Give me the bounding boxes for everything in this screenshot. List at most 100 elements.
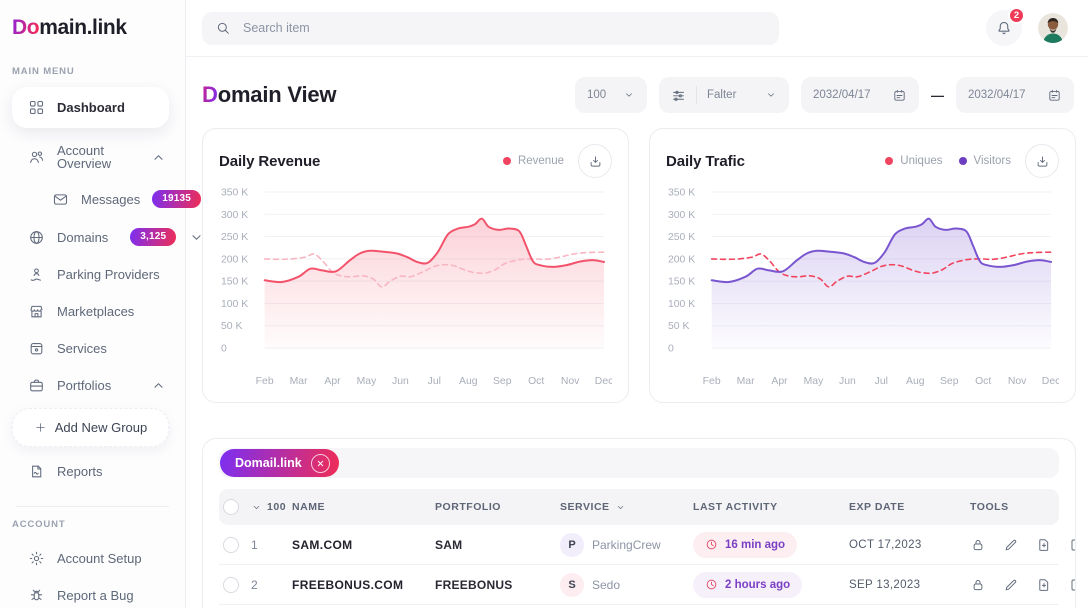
- sidebar-item-reports[interactable]: Reports: [0, 453, 185, 490]
- lock-button[interactable]: [970, 577, 986, 593]
- edit-button[interactable]: [1003, 537, 1019, 553]
- sidebar-item-messages[interactable]: Messages 19135: [0, 180, 185, 218]
- edit-button[interactable]: [1003, 577, 1019, 593]
- search-input[interactable]: [241, 20, 766, 36]
- legend-item-uniques: Uniques: [885, 155, 942, 167]
- sidebar-item-label: Portfolios: [57, 379, 111, 392]
- download-chart-button[interactable]: [578, 144, 612, 178]
- clock-icon: [705, 578, 718, 591]
- lock-icon: [970, 577, 986, 593]
- page-size-select[interactable]: 100: [575, 77, 647, 113]
- sidebar-item-label: Report a Bug: [57, 589, 134, 602]
- column-tools: TOOLS: [970, 501, 1059, 513]
- sidebar-item-services[interactable]: Services: [0, 330, 185, 367]
- charts-row: Daily Revenue Revenue 350 K300 K250 K200…: [202, 128, 1076, 403]
- svg-text:Feb: Feb: [256, 376, 274, 387]
- briefcase-icon: [28, 377, 45, 394]
- filter-select[interactable]: Falter: [659, 77, 789, 113]
- daily-revenue-card: Daily Revenue Revenue 350 K300 K250 K200…: [202, 128, 629, 403]
- last-activity-text: 16 min ago: [725, 539, 785, 551]
- filter-chip-domail-link[interactable]: Domail.link: [220, 449, 339, 477]
- sidebar-item-marketplaces[interactable]: Marketplaces: [0, 293, 185, 330]
- notifications-button[interactable]: 2: [986, 10, 1022, 46]
- column-service[interactable]: SERVICE: [560, 501, 693, 513]
- export-file-button[interactable]: [1036, 537, 1052, 553]
- user-avatar[interactable]: [1038, 13, 1068, 43]
- legend-label: Uniques: [900, 155, 942, 167]
- svg-text:350 K: 350 K: [668, 187, 695, 198]
- chevron-down-icon: [251, 502, 262, 513]
- domains-count-badge: 3,125: [130, 228, 176, 246]
- domain-name: SAM.COM: [292, 538, 435, 552]
- date-range-separator: —: [931, 88, 944, 103]
- row-checkbox[interactable]: [223, 537, 239, 553]
- pencil-icon: [1003, 537, 1019, 553]
- last-activity-badge: 16 min ago: [693, 532, 797, 558]
- download-chart-button[interactable]: [1025, 144, 1059, 178]
- main-area: 2 Domain View: [186, 0, 1088, 608]
- sidebar-item-account-setup[interactable]: Account Setup: [0, 540, 185, 577]
- dashboard-grid-icon: [28, 99, 45, 116]
- column-portfolio: PORTFOLIO: [435, 501, 560, 513]
- svg-text:Apr: Apr: [771, 376, 788, 387]
- sidebar-item-domains[interactable]: Domains 3,125: [0, 218, 185, 256]
- svg-text:Jun: Jun: [392, 376, 409, 387]
- chevron-up-icon: [150, 377, 167, 394]
- filter-label: Falter: [707, 89, 755, 101]
- active-filters-bar: Domail.link: [219, 448, 1059, 478]
- svg-text:100 K: 100 K: [221, 299, 248, 310]
- svg-text:Jun: Jun: [839, 376, 856, 387]
- chart-legend: Uniques Visitors: [885, 155, 1011, 167]
- svg-text:Jul: Jul: [428, 376, 441, 387]
- page-controls: 100 Falter 2032/04/17 —: [575, 77, 1074, 113]
- column-last-activity: LAST ACTIVITY: [693, 501, 849, 513]
- storefront-icon: [28, 303, 45, 320]
- legend-item-visitors: Visitors: [959, 155, 1012, 167]
- add-new-group-button[interactable]: Add New Group: [12, 408, 169, 447]
- sidebar-item-report-a-bug[interactable]: Report a Bug: [0, 577, 185, 614]
- row-checkbox[interactable]: [223, 577, 239, 593]
- domains-table-card: Domail.link 100 NAME PORTFOLIO: [202, 438, 1076, 608]
- date-from-value: 2032/04/17: [813, 89, 871, 101]
- page-title-rest: omain View: [218, 82, 337, 107]
- legend-item-revenue: Revenue: [503, 155, 564, 167]
- sidebar-item-account-overview[interactable]: Account Overview: [0, 134, 185, 180]
- report-document-icon: [28, 463, 45, 480]
- gear-icon: [28, 550, 45, 567]
- date-to-picker[interactable]: 2032/04/17: [956, 77, 1074, 113]
- svg-text:300 K: 300 K: [221, 210, 248, 221]
- chevron-down-icon: [188, 229, 205, 246]
- column-count-label: 100: [267, 501, 286, 513]
- svg-text:Oct: Oct: [528, 376, 544, 387]
- sidebar: Domain.link MAIN MENU Dashboard Account …: [0, 0, 186, 608]
- sidebar-item-parking-providers[interactable]: Parking Providers: [0, 256, 185, 293]
- svg-text:200 K: 200 K: [668, 254, 695, 265]
- column-service-label: SERVICE: [560, 501, 610, 513]
- search-box[interactable]: [202, 12, 779, 45]
- export-file-button[interactable]: [1036, 577, 1052, 593]
- remove-filter-icon[interactable]: [311, 454, 330, 473]
- svg-text:Sep: Sep: [493, 376, 512, 387]
- file-plus-icon: [1036, 537, 1052, 553]
- chevron-down-icon: [615, 502, 626, 513]
- sidebar-item-dashboard[interactable]: Dashboard: [12, 87, 169, 128]
- date-from-picker[interactable]: 2032/04/17: [801, 77, 919, 113]
- svg-text:Feb: Feb: [703, 376, 721, 387]
- download-icon: [1035, 154, 1050, 169]
- last-activity-text: 2 hours ago: [725, 579, 790, 591]
- add-note-button[interactable]: [1069, 577, 1076, 593]
- close-icon: [316, 459, 325, 468]
- parking-provider-icon: [28, 266, 45, 283]
- svg-text:Sep: Sep: [940, 376, 959, 387]
- last-activity-cell: 16 min ago: [693, 532, 849, 558]
- column-count[interactable]: 100: [251, 501, 292, 513]
- lock-button[interactable]: [970, 537, 986, 553]
- svg-text:Aug: Aug: [906, 376, 925, 387]
- svg-text:May: May: [357, 376, 377, 387]
- svg-text:300 K: 300 K: [668, 210, 695, 221]
- svg-text:50 K: 50 K: [668, 321, 689, 332]
- add-note-button[interactable]: [1069, 537, 1076, 553]
- select-all-checkbox[interactable]: [223, 499, 239, 515]
- sidebar-item-portfolios[interactable]: Portfolios: [0, 367, 185, 404]
- daily-revenue-chart: 350 K300 K250 K200 K150 K100 K50 K0FebMa…: [219, 182, 612, 390]
